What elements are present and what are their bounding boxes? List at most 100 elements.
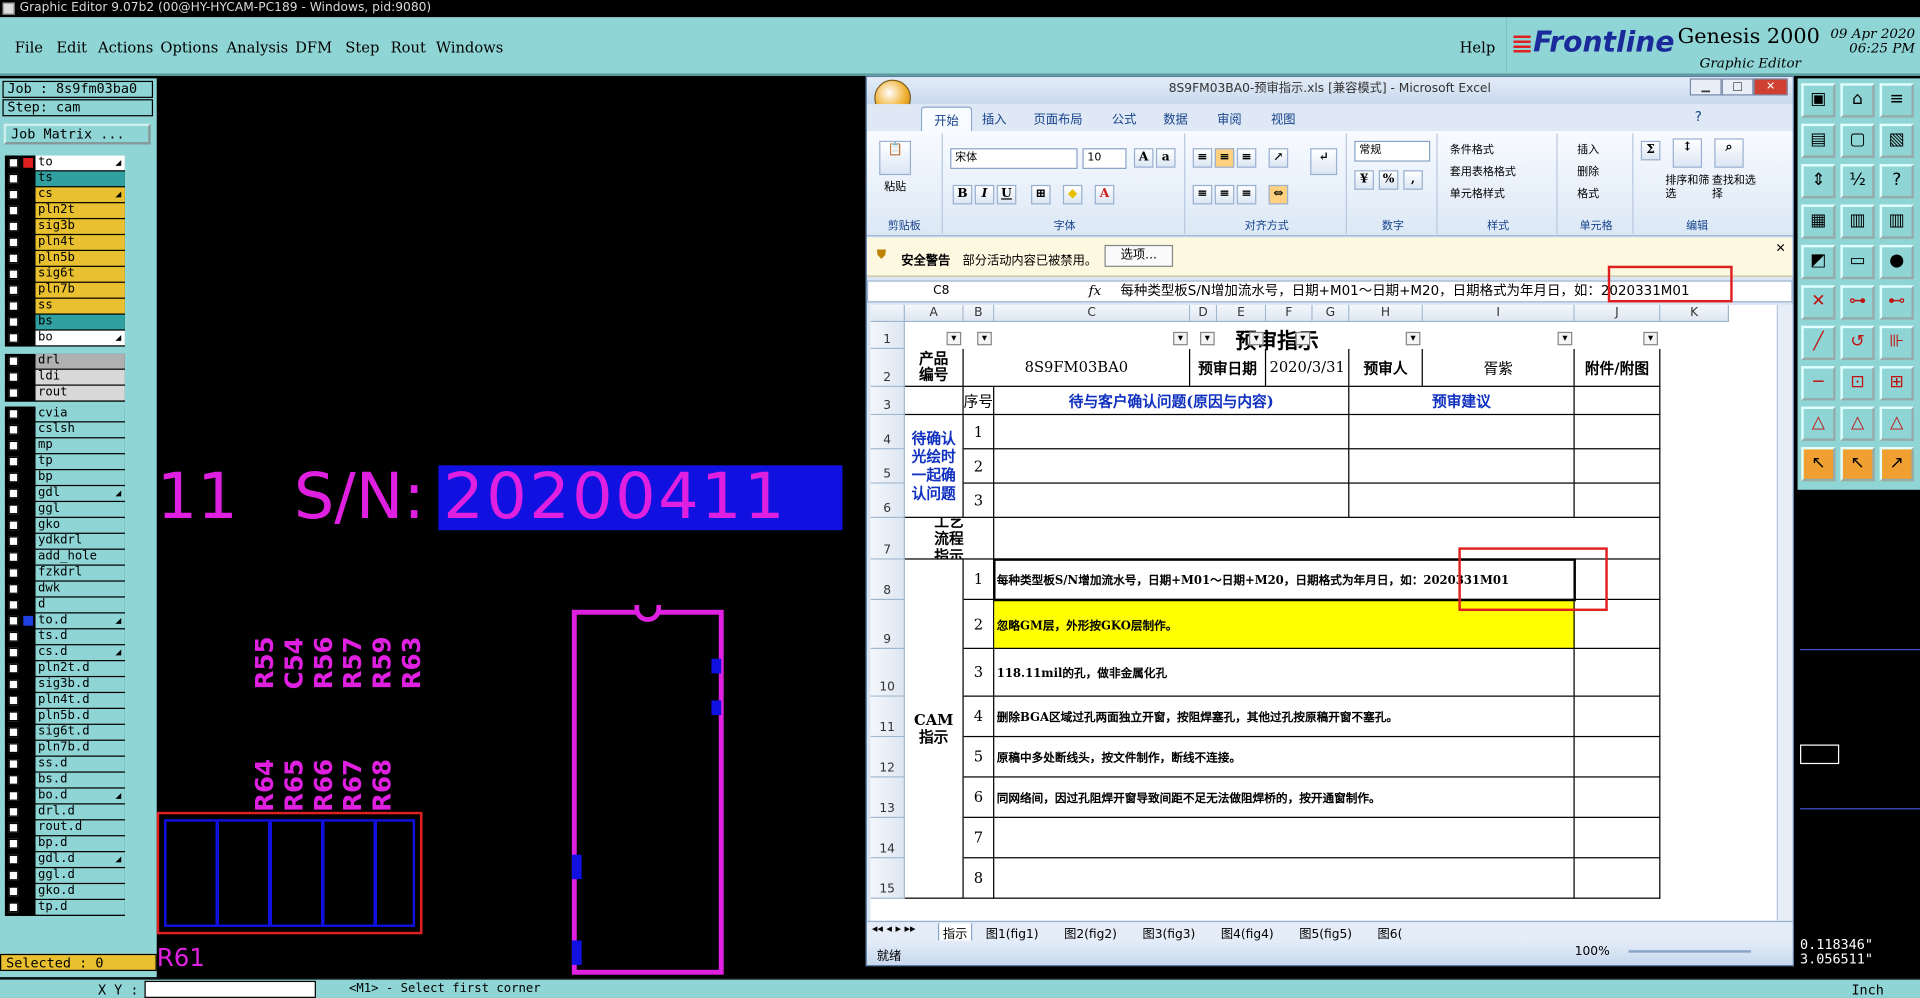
layer-name[interactable]: bs.d (35, 772, 125, 788)
layer-name[interactable]: bp (35, 470, 125, 485)
layer-name[interactable]: ldi (35, 369, 125, 385)
layer-name[interactable]: gdl ◢ (35, 486, 125, 501)
layer-checkbox[interactable] (8, 886, 19, 897)
cam-label[interactable]: CAM指示 (904, 559, 964, 899)
layer-name[interactable]: d (35, 597, 125, 613)
close-button[interactable]: ✕ (1753, 78, 1788, 96)
layer-name[interactable]: fzkdrl (35, 565, 125, 581)
layer-checkbox[interactable] (8, 317, 19, 327)
row-header-1[interactable]: 1 (870, 322, 905, 349)
layer-row-pln5b[interactable]: pln5b (4, 251, 125, 267)
display-icon[interactable]: ▣ (1801, 83, 1836, 118)
layer-name[interactable]: pln4t (35, 235, 125, 250)
layer-row-pln7b[interactable]: pln7b (4, 282, 125, 299)
paste-icon[interactable]: 📋 (879, 140, 912, 176)
layer-name[interactable]: cs.d ◢ (35, 645, 125, 661)
menu-options[interactable]: Options (160, 39, 218, 56)
menu-rout[interactable]: Rout (391, 39, 426, 56)
underline-icon[interactable]: U (996, 184, 1017, 205)
ribbon-tab-4[interactable]: 数据 (1163, 109, 1187, 127)
layer-name[interactable]: bo ◢ (35, 330, 125, 346)
product-label[interactable]: 产品编号 (904, 348, 964, 387)
table-format-button[interactable]: 套用表格格式 (1450, 163, 1516, 179)
layer-checkbox[interactable] (8, 838, 19, 849)
blank-a3[interactable] (904, 386, 964, 416)
layer-checkbox[interactable] (8, 584, 19, 594)
layer-checkbox[interactable] (8, 631, 19, 642)
bold-icon[interactable]: B (952, 184, 973, 205)
worksheet[interactable]: A B C D E F G H I J K 1 2 3 4 5 6 7 8 9 10 11 12 13 14 15 预审指示 ▼ ▼ ▼ ▼… (870, 304, 1777, 921)
layer-checkbox[interactable] (8, 504, 19, 515)
row-header-8[interactable]: 8 (870, 559, 905, 601)
layer-name[interactable]: gko.d (35, 884, 125, 899)
layer-checkbox[interactable] (8, 285, 19, 296)
review-date-label[interactable]: 预审日期 (1190, 348, 1267, 387)
layer-checkbox[interactable] (8, 536, 19, 547)
net-icon[interactable]: ⊞ (1879, 366, 1914, 401)
menu-step[interactable]: Step (345, 39, 379, 56)
row-header-4[interactable]: 4 (870, 415, 905, 450)
layer-row-sig3b[interactable]: sig3b (4, 219, 125, 236)
select-all[interactable] (870, 304, 905, 323)
layer-checkbox[interactable] (8, 205, 19, 216)
layer-checkbox[interactable] (8, 854, 19, 865)
delete-icon[interactable]: ✕ (1801, 285, 1836, 320)
layer-name[interactable]: pln7b.d (35, 740, 125, 756)
column-header-K[interactable]: K (1660, 304, 1729, 323)
layer-checkbox[interactable] (8, 775, 19, 785)
sheet-tab-2[interactable]: 图2(fig2) (1060, 923, 1120, 941)
layer-row-sig6t[interactable]: sig6t (4, 266, 125, 283)
layer-name[interactable]: sig3b (35, 219, 125, 234)
layer-row-to[interactable]: to ◢ (4, 155, 125, 172)
row-header-7[interactable]: 7 (870, 517, 905, 560)
issue-cell[interactable] (994, 483, 1350, 518)
cam-seq-number[interactable]: 3 (963, 648, 995, 697)
select-icon[interactable]: ◩ (1801, 244, 1836, 280)
number-format-box[interactable]: 常规 (1354, 140, 1431, 162)
layer-checkbox[interactable] (8, 822, 19, 833)
layer-row-to-d[interactable]: to.d ◢ (4, 613, 125, 630)
layer-row-gko[interactable]: gko (4, 517, 125, 534)
layer-name[interactable]: bs (35, 314, 125, 330)
row-header-10[interactable]: 10 (870, 648, 905, 697)
layer-row-pln7b-d[interactable]: pln7b.d (4, 740, 125, 757)
layer-row-sig3b-d[interactable]: sig3b.d (4, 677, 125, 694)
sort-filter-icon[interactable]: ↕ (1672, 138, 1703, 168)
cell-styles-button[interactable]: 单元格样式 (1450, 185, 1505, 201)
column-header-D[interactable]: D (1190, 304, 1218, 323)
seq-number[interactable]: 2 (963, 449, 995, 484)
box-icon[interactable]: ▢ (1840, 123, 1875, 158)
layer-name[interactable]: rout (35, 385, 125, 401)
layer-row-pln4t-d[interactable]: pln4t.d (4, 693, 125, 709)
align-center-icon[interactable]: ≡ (1214, 184, 1235, 205)
layer-name[interactable]: pln5b.d (35, 708, 125, 724)
layer-row-bo[interactable]: bo ◢ (4, 330, 125, 347)
grow-font-icon[interactable]: A (1133, 148, 1154, 168)
merge-icon[interactable]: ⇔ (1268, 184, 1289, 205)
xy-input[interactable] (144, 980, 316, 998)
layer-row-rout-d[interactable]: rout.d (4, 820, 125, 837)
layer-checkbox[interactable] (8, 372, 19, 383)
layer-name[interactable]: sig3b.d (35, 677, 125, 692)
sort-filter-button[interactable]: 排序和筛选 (1665, 175, 1714, 202)
layer-row-ts[interactable]: ts (4, 171, 125, 188)
layer-checkbox[interactable] (8, 173, 19, 184)
filter-dropdown-icon[interactable]: ▼ (977, 331, 992, 346)
filter-dropdown-icon[interactable]: ▼ (946, 331, 962, 346)
cam-seq-number[interactable]: 5 (963, 737, 995, 778)
grid-icon[interactable]: ▦ (1801, 204, 1836, 239)
ruler-icon[interactable]: ▭ (1840, 244, 1875, 280)
layer-name[interactable]: pln7b (35, 282, 125, 298)
cam-instruction[interactable] (994, 858, 1575, 899)
delete-cells-button[interactable]: 删除 (1577, 163, 1599, 179)
layer-name[interactable]: add_hole (35, 549, 125, 565)
layer-name[interactable]: cs ◢ (35, 187, 125, 203)
move-icon[interactable]: ⇕ (1801, 164, 1836, 199)
cam-instruction[interactable]: 118.11mil的孔，做非金属化孔 (994, 648, 1575, 697)
filter-dropdown-icon[interactable]: ▼ (1295, 331, 1311, 346)
layer-name[interactable]: ss.d (35, 756, 125, 772)
cam-instruction[interactable]: 原稿中多处断线头，按文件制作，断线不连接。 (994, 737, 1575, 778)
suggest-cell[interactable] (1349, 415, 1575, 450)
font-size-box[interactable]: 10 (1082, 148, 1127, 169)
layer-checkbox[interactable] (8, 727, 19, 738)
